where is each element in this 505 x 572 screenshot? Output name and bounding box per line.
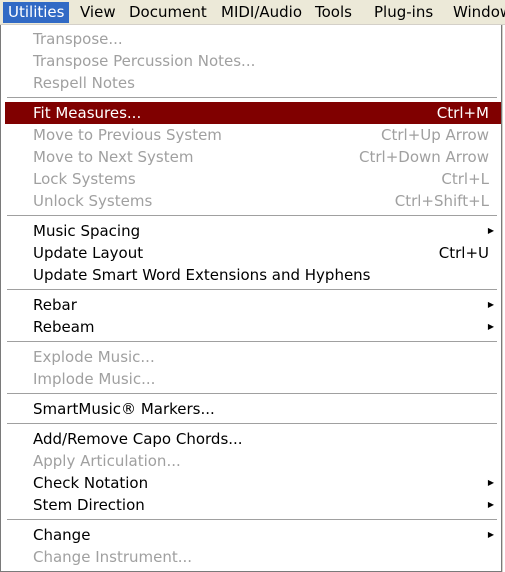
menu-separator bbox=[7, 519, 497, 520]
menu-item-check-notation[interactable]: Check Notation ▶ bbox=[5, 472, 501, 494]
menubar: Utilities View Document MIDI/Audio Tools… bbox=[0, 0, 505, 25]
menu-item-apply-articulation[interactable]: Apply Articulation... bbox=[5, 450, 501, 472]
menu-item-label: Move to Previous System bbox=[33, 126, 222, 144]
menu-item-move-next-system[interactable]: Move to Next System Ctrl+Down Arrow bbox=[5, 146, 501, 168]
menu-item-explode-music[interactable]: Explode Music... bbox=[5, 346, 501, 368]
menu-item-change[interactable]: Change ▶ bbox=[5, 524, 501, 546]
menu-item-label: Add/Remove Capo Chords... bbox=[33, 430, 243, 448]
menu-item-label: Change bbox=[33, 526, 91, 544]
menu-item-label: Update Layout bbox=[33, 244, 144, 262]
menu-item-label: Lock Systems bbox=[33, 170, 136, 188]
menu-separator bbox=[7, 97, 497, 98]
submenu-arrow-icon: ▶ bbox=[487, 478, 494, 487]
menu-item-implode-music[interactable]: Implode Music... bbox=[5, 368, 501, 390]
menu-item-label: Update Smart Word Extensions and Hyphens bbox=[33, 266, 371, 284]
menu-item-move-previous-system[interactable]: Move to Previous System Ctrl+Up Arrow bbox=[5, 124, 501, 146]
menu-item-label: Respell Notes bbox=[33, 74, 135, 92]
menu-item-label: Implode Music... bbox=[33, 370, 156, 388]
menu-item-transpose[interactable]: Transpose... bbox=[5, 28, 501, 50]
menu-item-label: Move to Next System bbox=[33, 148, 194, 166]
menu-item-fit-measures[interactable]: Fit Measures... Ctrl+M bbox=[5, 102, 501, 124]
menu-item-rebeam[interactable]: Rebeam ▶ bbox=[5, 316, 501, 338]
menu-item-music-spacing[interactable]: Music Spacing ▶ bbox=[5, 220, 501, 242]
menu-item-rebar[interactable]: Rebar ▶ bbox=[5, 294, 501, 316]
menu-item-label: Rebeam bbox=[33, 318, 95, 336]
menu-item-label: Unlock Systems bbox=[33, 192, 153, 210]
utilities-dropdown-menu: Transpose... Transpose Percussion Notes.… bbox=[0, 25, 502, 572]
menu-item-shortcut: Ctrl+Down Arrow bbox=[359, 148, 489, 166]
menu-item-label: Change Instrument... bbox=[33, 548, 193, 566]
submenu-arrow-icon: ▶ bbox=[487, 530, 494, 539]
menu-midi-audio[interactable]: MIDI/Audio bbox=[216, 2, 307, 23]
menu-item-label: Transpose... bbox=[33, 30, 123, 48]
menu-item-shortcut: Ctrl+Up Arrow bbox=[381, 126, 489, 144]
menu-separator bbox=[7, 423, 497, 424]
menu-item-respell-notes[interactable]: Respell Notes bbox=[5, 72, 501, 94]
menu-item-label: Apply Articulation... bbox=[33, 452, 181, 470]
menu-separator bbox=[7, 289, 497, 290]
menu-item-label: Transpose Percussion Notes... bbox=[33, 52, 256, 70]
menu-item-update-smart-word[interactable]: Update Smart Word Extensions and Hyphens bbox=[5, 264, 501, 286]
menu-item-label: Stem Direction bbox=[33, 496, 145, 514]
menu-window[interactable]: Window bbox=[448, 2, 505, 23]
menu-item-shortcut: Ctrl+Shift+L bbox=[394, 192, 489, 210]
menu-item-lock-systems[interactable]: Lock Systems Ctrl+L bbox=[5, 168, 501, 190]
menu-item-shortcut: Ctrl+L bbox=[441, 170, 489, 188]
menu-tools[interactable]: Tools bbox=[310, 2, 357, 23]
menu-item-stem-direction[interactable]: Stem Direction ▶ bbox=[5, 494, 501, 516]
menu-item-shortcut: Ctrl+U bbox=[438, 244, 489, 262]
menu-plug-ins[interactable]: Plug-ins bbox=[369, 2, 438, 23]
menu-separator bbox=[7, 341, 497, 342]
finale-window: Utilities View Document MIDI/Audio Tools… bbox=[0, 0, 505, 572]
menu-item-add-remove-capo-chords[interactable]: Add/Remove Capo Chords... bbox=[5, 428, 501, 450]
menu-item-label: Music Spacing bbox=[33, 222, 141, 240]
submenu-arrow-icon: ▶ bbox=[487, 322, 494, 331]
menu-item-shortcut: Ctrl+M bbox=[436, 104, 489, 122]
submenu-arrow-icon: ▶ bbox=[487, 226, 494, 235]
menu-item-label: Rebar bbox=[33, 296, 77, 314]
menu-separator bbox=[7, 215, 497, 216]
menu-item-transpose-percussion[interactable]: Transpose Percussion Notes... bbox=[5, 50, 501, 72]
menu-document[interactable]: Document bbox=[124, 2, 212, 23]
menu-separator bbox=[7, 393, 497, 394]
menu-utilities[interactable]: Utilities bbox=[3, 2, 70, 23]
menu-item-label: Check Notation bbox=[33, 474, 149, 492]
submenu-arrow-icon: ▶ bbox=[487, 500, 494, 509]
menu-item-label: Explode Music... bbox=[33, 348, 155, 366]
menu-item-label: SmartMusic® Markers... bbox=[33, 400, 215, 418]
menu-item-unlock-systems[interactable]: Unlock Systems Ctrl+Shift+L bbox=[5, 190, 501, 212]
menu-item-change-instrument[interactable]: Change Instrument... bbox=[5, 546, 501, 568]
menu-item-label: Fit Measures... bbox=[33, 104, 142, 122]
menu-view[interactable]: View bbox=[75, 2, 121, 23]
submenu-arrow-icon: ▶ bbox=[487, 300, 494, 309]
menu-item-update-layout[interactable]: Update Layout Ctrl+U bbox=[5, 242, 501, 264]
menu-item-smartmusic-markers[interactable]: SmartMusic® Markers... bbox=[5, 398, 501, 420]
